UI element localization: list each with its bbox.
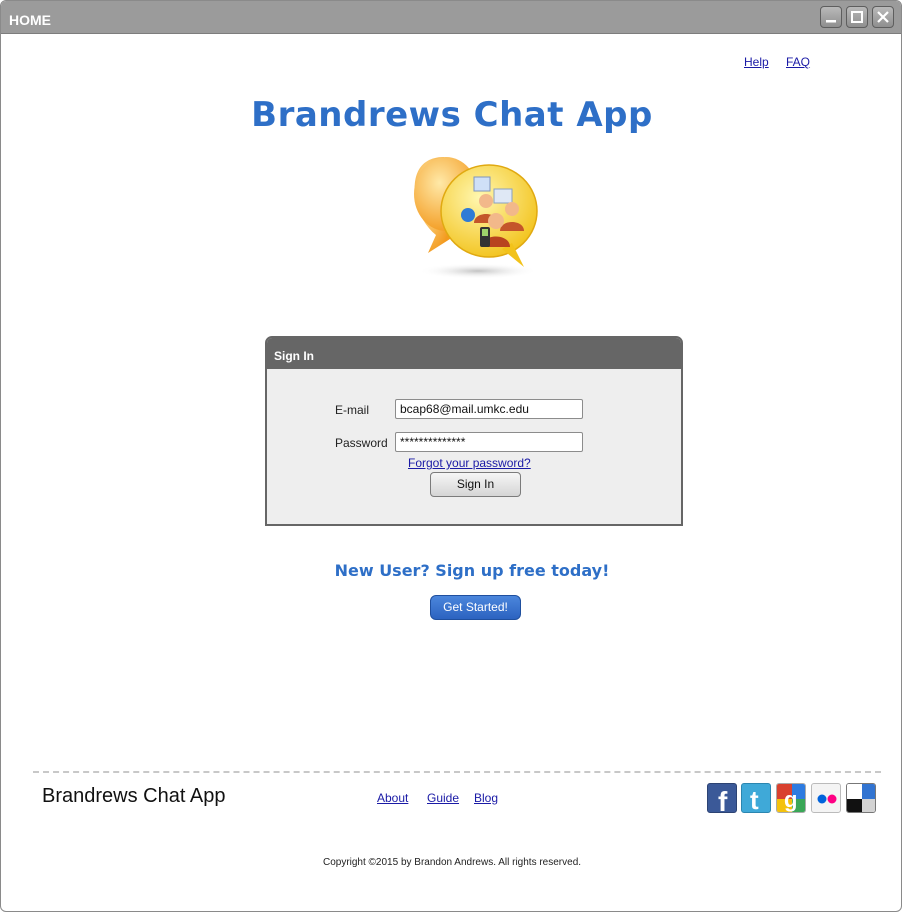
footer-divider [33, 771, 881, 773]
minimize-icon [826, 20, 836, 23]
flickr-icon[interactable] [811, 783, 841, 813]
signup-prompt: New User? Sign up free today! [334, 561, 610, 580]
close-icon [877, 11, 889, 23]
copyright-text: Copyright ©2015 by Brandon Andrews. All … [322, 857, 582, 868]
about-link[interactable]: About [377, 791, 408, 805]
delicious-icon[interactable] [846, 783, 876, 813]
twitter-icon[interactable]: t [741, 783, 771, 813]
app-title: Brandrews Chat App [251, 95, 653, 135]
get-started-button[interactable]: Get Started! [430, 595, 521, 620]
maximize-button[interactable] [846, 6, 868, 28]
chat-bubbles-people-icon [414, 157, 538, 279]
footer-title: Brandrews Chat App [42, 785, 226, 807]
blog-link[interactable]: Blog [474, 791, 498, 805]
svg-text:f: f [718, 786, 728, 813]
maximize-icon [851, 11, 863, 23]
facebook-icon[interactable]: f [707, 783, 737, 813]
google-icon[interactable]: g [776, 783, 806, 813]
guide-link[interactable]: Guide [427, 791, 459, 805]
title-bar: HOME [1, 1, 901, 34]
close-button[interactable] [872, 6, 894, 28]
signin-button[interactable]: Sign In [430, 472, 521, 497]
minimize-button[interactable] [820, 6, 842, 28]
svg-text:t: t [750, 785, 759, 813]
forgot-password-link[interactable]: Forgot your password? [408, 456, 531, 470]
signin-panel: Sign In E-mail Password Forgot your pass… [265, 336, 683, 526]
signin-panel-header: Sign In [267, 338, 681, 369]
email-field[interactable] [395, 399, 583, 419]
password-field[interactable] [395, 432, 583, 452]
window-title: HOME [9, 12, 51, 28]
faq-link[interactable]: FAQ [786, 55, 810, 69]
app-window: HOME Help FAQ Brandrews Chat App Sign In… [0, 0, 902, 912]
email-label: E-mail [335, 403, 370, 417]
help-link[interactable]: Help [744, 55, 769, 69]
svg-text:g: g [784, 787, 797, 812]
signin-panel-title: Sign In [274, 349, 314, 363]
password-label: Password [335, 436, 388, 450]
